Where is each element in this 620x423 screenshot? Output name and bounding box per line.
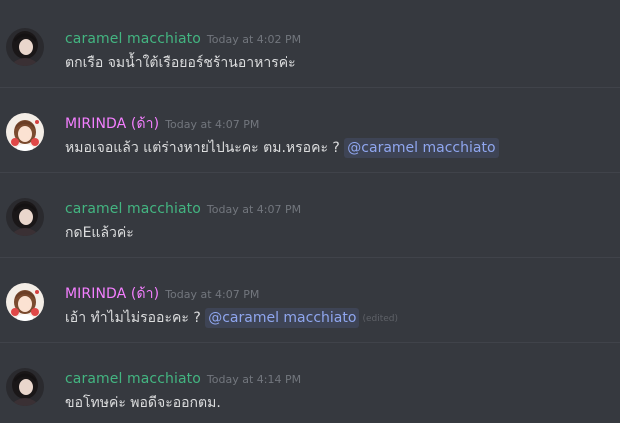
message-text: ขอโทษค่ะ พอดีจะออกตม. <box>65 395 221 411</box>
dark-hair-avatar-icon <box>6 198 44 236</box>
timestamp: Today at 4:14 PM <box>206 373 302 386</box>
dark-hair-avatar-icon <box>6 28 44 66</box>
timestamp: Today at 4:07 PM <box>206 203 302 216</box>
message-text: ตกเรือ จมน้ำใต้เรือยอร์ชร้านอาหารค่ะ <box>65 55 296 71</box>
avatar[interactable] <box>6 283 44 321</box>
chat-message-list: caramel macchiato Today at 4:02 PM ตกเรือ… <box>0 0 620 423</box>
message-text: เอ้า ทำไมไม่รออะคะ ? <box>65 310 206 326</box>
avatar[interactable] <box>6 28 44 66</box>
message-text: กดEแล้วค่ะ <box>65 225 134 241</box>
anime-girl-avatar-icon <box>6 283 44 321</box>
username[interactable]: caramel macchiato <box>65 201 201 217</box>
message-content: หมอเจอแล้ว แต่ร่างหายไปนะคะ ตม.หรอคะ ? @… <box>65 138 499 158</box>
avatar[interactable] <box>6 198 44 236</box>
avatar[interactable] <box>6 113 44 151</box>
chat-message: MIRINDA (ด้า) Today at 4:07 PM หมอเจอแล้ว… <box>0 103 620 187</box>
message-divider <box>0 87 620 88</box>
edited-label: (edited) <box>362 314 398 324</box>
chat-message: caramel macchiato Today at 4:02 PM ตกเรือ… <box>0 18 620 102</box>
username[interactable]: MIRINDA (ด้า) <box>65 116 159 132</box>
user-mention[interactable]: @caramel macchiato <box>344 138 499 158</box>
chat-message: MIRINDA (ด้า) Today at 4:07 PM เอ้า ทำไมไ… <box>0 273 620 357</box>
message-divider <box>0 342 620 343</box>
username[interactable]: caramel macchiato <box>65 371 201 387</box>
username[interactable]: caramel macchiato <box>65 31 201 47</box>
message-text: หมอเจอแล้ว แต่ร่างหายไปนะคะ ตม.หรอคะ ? <box>65 140 345 156</box>
chat-message: caramel macchiato Today at 4:14 PM ขอโทษค… <box>0 358 620 423</box>
message-divider <box>0 172 620 173</box>
timestamp: Today at 4:07 PM <box>165 118 260 131</box>
chat-message: caramel macchiato Today at 4:07 PM กดEแล้… <box>0 188 620 272</box>
avatar[interactable] <box>6 368 44 406</box>
user-mention[interactable]: @caramel macchiato <box>205 308 360 328</box>
dark-hair-avatar-icon <box>6 368 44 406</box>
anime-girl-avatar-icon <box>6 113 44 151</box>
username[interactable]: MIRINDA (ด้า) <box>65 286 159 302</box>
timestamp: Today at 4:07 PM <box>165 288 260 301</box>
timestamp: Today at 4:02 PM <box>206 33 302 46</box>
message-content: เอ้า ทำไมไม่รออะคะ ? @caramel macchiato(… <box>65 308 398 329</box>
message-divider <box>0 257 620 258</box>
